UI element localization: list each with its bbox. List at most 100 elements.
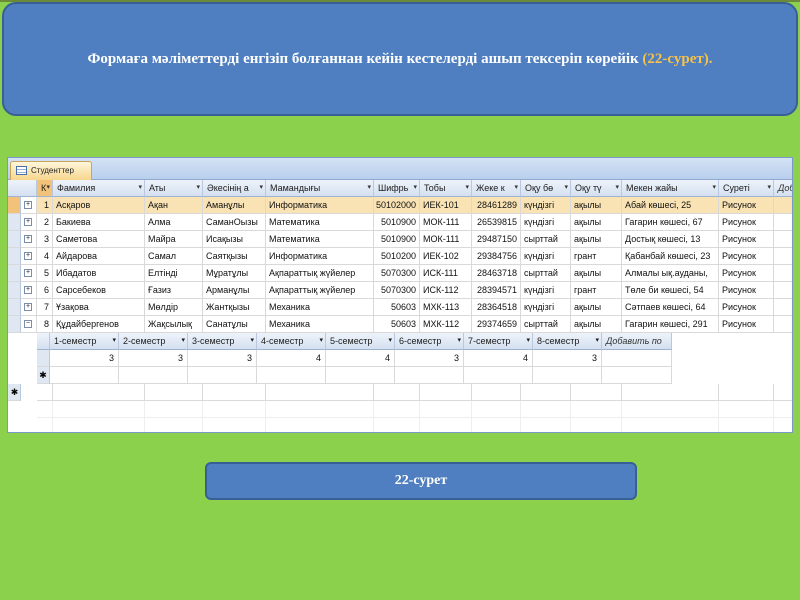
table-cell[interactable]: 5010200 <box>374 248 420 265</box>
select-all-corner[interactable] <box>8 180 37 197</box>
row-expander[interactable]: − <box>21 316 37 333</box>
table-cell[interactable]: Сәтпаев көшесі, 64 <box>622 299 719 316</box>
new-row-cell[interactable] <box>395 367 464 384</box>
table-cell[interactable]: 28394571 <box>472 282 521 299</box>
table-cell[interactable]: 4 <box>37 248 53 265</box>
table-cell[interactable]: Ғазиз <box>145 282 203 299</box>
sort-dropdown-icon[interactable]: ▾ <box>457 333 461 349</box>
table-cell[interactable]: күндізгі <box>521 282 571 299</box>
table-cell[interactable]: Самал <box>145 248 203 265</box>
table-cell[interactable]: Алмалы ық.ауданы, <box>622 265 719 282</box>
column-header-10[interactable]: Оқу тү ▾ <box>571 180 622 197</box>
table-row[interactable]: +3 Саметова Майра Исақызы Математика 5010900 М… <box>8 231 792 248</box>
sort-dropdown-icon[interactable]: ▾ <box>595 333 599 349</box>
sort-dropdown-icon[interactable]: ▾ <box>712 180 716 196</box>
table-cell[interactable]: Гагарин көшесі, 291 <box>622 316 719 333</box>
new-row-cell[interactable] <box>571 384 622 401</box>
new-record-row[interactable]: ✱ <box>8 384 792 401</box>
new-record-selector[interactable]: ✱ <box>8 384 21 401</box>
new-row-cell[interactable] <box>374 384 420 401</box>
semester-grade-cell[interactable]: 4 <box>326 350 395 367</box>
sort-dropdown-icon[interactable]: ▾ <box>112 333 116 349</box>
new-row-cell[interactable] <box>50 367 119 384</box>
table-cell[interactable]: Рисунок <box>719 299 774 316</box>
empty-cell[interactable] <box>774 248 792 265</box>
sort-dropdown-icon[interactable]: ▾ <box>388 333 392 349</box>
table-cell[interactable]: Механика <box>266 299 374 316</box>
table-cell[interactable]: Бакиева <box>53 214 145 231</box>
sort-dropdown-icon[interactable]: ▾ <box>181 333 185 349</box>
table-cell[interactable]: 1 <box>37 197 53 214</box>
new-row-cell[interactable] <box>472 384 521 401</box>
column-header-1[interactable]: К ▾ <box>37 180 53 197</box>
sort-dropdown-icon[interactable]: ▾ <box>259 180 263 196</box>
sort-dropdown-icon[interactable]: ▾ <box>367 180 371 196</box>
table-cell[interactable]: МОК-111 <box>420 214 472 231</box>
table-cell[interactable]: Мұратұлы <box>203 265 266 282</box>
table-cell[interactable]: Жақсылық <box>145 316 203 333</box>
row-expander[interactable]: + <box>21 265 37 282</box>
row-selector[interactable] <box>8 214 21 231</box>
sort-dropdown-icon[interactable]: ▾ <box>615 180 619 196</box>
table-cell[interactable]: 28463718 <box>472 265 521 282</box>
table-cell[interactable]: 29374659 <box>472 316 521 333</box>
table-cell[interactable]: 5070300 <box>374 282 420 299</box>
table-cell[interactable]: Елтінді <box>145 265 203 282</box>
empty-cell[interactable] <box>774 231 792 248</box>
tab-students[interactable]: Студенттер <box>10 161 92 180</box>
table-cell[interactable]: 50603 <box>374 316 420 333</box>
table-cell[interactable]: Арманұлы <box>203 282 266 299</box>
table-cell[interactable]: Санатұлы <box>203 316 266 333</box>
table-cell[interactable]: Ақпараттық жүйелер <box>266 282 374 299</box>
table-cell[interactable]: ақылы <box>571 231 622 248</box>
table-cell[interactable]: ИЕК-102 <box>420 248 472 265</box>
table-cell[interactable]: 29384756 <box>472 248 521 265</box>
table-cell[interactable]: 50102000 <box>374 197 420 214</box>
new-row-cell[interactable] <box>774 384 792 401</box>
table-cell[interactable]: Алма <box>145 214 203 231</box>
expand-icon[interactable]: + <box>24 218 32 226</box>
sort-dropdown-icon[interactable]: ▾ <box>564 180 568 196</box>
semester-header-5[interactable]: 5-семестр ▾ <box>326 333 395 350</box>
table-cell[interactable]: Жантқызы <box>203 299 266 316</box>
table-cell[interactable]: МХК-113 <box>420 299 472 316</box>
row-selector[interactable] <box>8 231 21 248</box>
column-header-4[interactable]: Әкесінің а ▾ <box>203 180 266 197</box>
new-row-cell[interactable] <box>533 367 602 384</box>
table-row[interactable]: +2 Бакиева Алма СаманОызы Математика 5010900 М… <box>8 214 792 231</box>
table-row[interactable]: +1 Асқаров Ақан Аманұлы Информатика 50102000 И… <box>8 197 792 214</box>
table-cell[interactable]: Рисунок <box>719 282 774 299</box>
table-cell[interactable]: МОК-111 <box>420 231 472 248</box>
table-cell[interactable]: Ибадатов <box>53 265 145 282</box>
row-expander[interactable]: + <box>21 197 37 214</box>
sort-dropdown-icon[interactable]: ▾ <box>319 333 323 349</box>
column-header-2[interactable]: Фамилия ▾ <box>53 180 145 197</box>
table-cell[interactable]: Математика <box>266 231 374 248</box>
empty-cell[interactable] <box>774 265 792 282</box>
row-expander[interactable]: + <box>21 231 37 248</box>
table-cell[interactable]: 26539815 <box>472 214 521 231</box>
sort-dropdown-icon[interactable]: ▾ <box>138 180 142 196</box>
semester-grade-cell[interactable]: 3 <box>395 350 464 367</box>
semester-grade-cell[interactable]: 3 <box>50 350 119 367</box>
row-selector[interactable] <box>8 282 21 299</box>
table-cell[interactable]: Абай көшесі, 25 <box>622 197 719 214</box>
sort-dropdown-icon[interactable]: ▾ <box>767 180 771 196</box>
table-cell[interactable]: Информатика <box>266 248 374 265</box>
semester-header-2[interactable]: 2-семестр ▾ <box>119 333 188 350</box>
row-selector[interactable] <box>8 265 21 282</box>
subrow-selector[interactable] <box>37 350 50 367</box>
table-cell[interactable]: Ақан <box>145 197 203 214</box>
table-cell[interactable]: күндізгі <box>521 197 571 214</box>
new-row-cell[interactable] <box>257 367 326 384</box>
semester-header-1[interactable]: 1-семестр ▾ <box>50 333 119 350</box>
table-cell[interactable]: сырттай <box>521 231 571 248</box>
semester-header-7[interactable]: 7-семестр ▾ <box>464 333 533 350</box>
table-cell[interactable]: ақылы <box>571 316 622 333</box>
semester-header-4[interactable]: 4-семестр ▾ <box>257 333 326 350</box>
row-expander[interactable]: + <box>21 282 37 299</box>
table-cell[interactable]: СаманОызы <box>203 214 266 231</box>
semester-header-9[interactable]: Добавить по <box>602 333 672 350</box>
sort-dropdown-icon[interactable]: ▾ <box>526 333 530 349</box>
expand-icon[interactable]: + <box>24 286 32 294</box>
